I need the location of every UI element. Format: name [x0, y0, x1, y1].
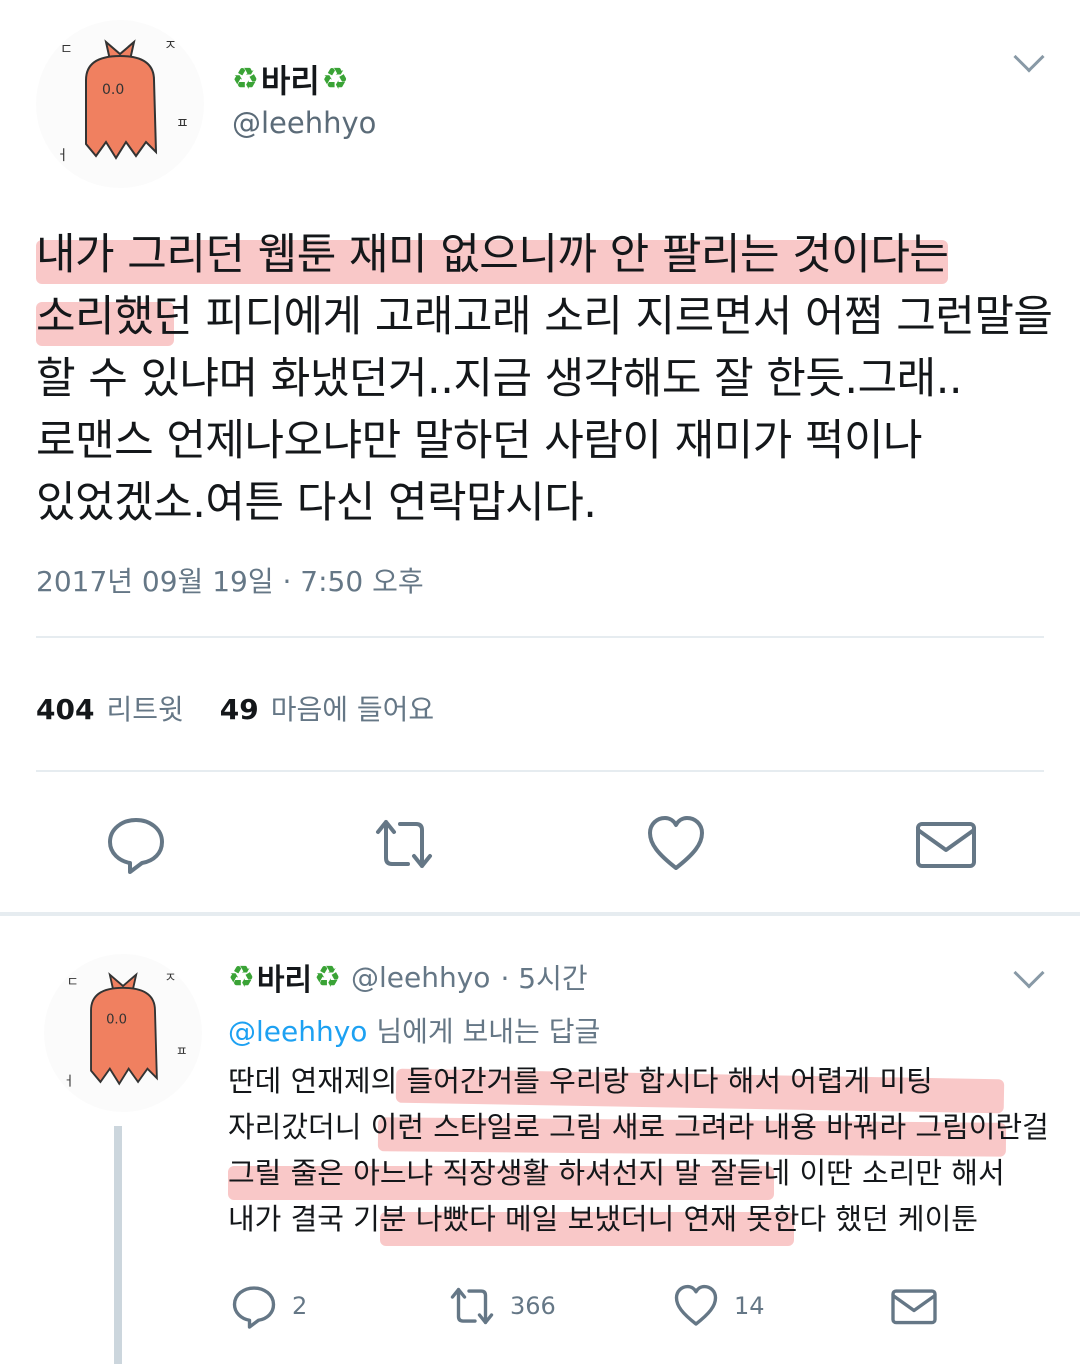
dm-button[interactable] — [914, 812, 978, 876]
tweet-line: 내가 그리던 웹툰 재미 없으니까 안 팔리는 것이다는 — [36, 230, 949, 280]
envelope-icon — [916, 822, 976, 868]
svg-text:ㅍ: ㅍ — [176, 116, 189, 132]
recycle-icon: ♻ — [314, 959, 342, 995]
like-count-label[interactable]: 마음에 들어요 — [271, 688, 434, 728]
svg-text:ㅓ: ㅓ — [56, 148, 69, 164]
avatar[interactable]: ㄷ ㅈ ㅓ ㅍ 0.0 — [44, 954, 202, 1112]
retweet-icon — [450, 1287, 494, 1325]
tweet-line: 있었겠소.여튼 다신 연락맙시다. — [36, 478, 597, 528]
retweet-count-label[interactable]: 리트윗 — [106, 688, 183, 728]
reply-header: ♻ 바리 ♻ @leehhyo · 5시간 — [228, 955, 588, 999]
divider — [36, 770, 1044, 772]
section-divider — [0, 912, 1080, 916]
svg-text:0.0: 0.0 — [106, 1013, 127, 1028]
user-handle[interactable]: @leehhyo — [232, 106, 376, 140]
reply-line: 내가 결국 기분 나빴다 메일 보냈더니 연재 못한다 했던 케이툰 — [228, 1202, 978, 1236]
envelope-icon — [891, 1289, 937, 1325]
reply-line: 자리갔더니 이런 스타일로 그림 새로 그려라 내용 바꿔라 그림이란걸 — [228, 1110, 1049, 1144]
reply-line: 그릴 줄은 아느냐 직장생활 하셔선지 말 잘듣네 이딴 소리만 해서 — [228, 1156, 1005, 1190]
display-name[interactable]: ♻ 바리 ♻ — [232, 56, 349, 102]
svg-text:ㅈ: ㅈ — [164, 971, 176, 986]
replying-to-label: 님에게 보내는 답글 — [367, 1015, 601, 1048]
svg-text:ㄷ: ㄷ — [67, 975, 79, 990]
like-button[interactable] — [644, 812, 708, 876]
retweet-button[interactable] — [372, 812, 436, 876]
retweet-icon — [376, 820, 432, 868]
reply-button[interactable] — [104, 812, 168, 876]
reply-reply-button[interactable]: 2 — [230, 1282, 307, 1330]
like-count: 14 — [734, 1292, 765, 1320]
avatar[interactable]: ㄷ ㅈ ㅓ ㅍ 0.0 — [36, 20, 204, 188]
reply-retweet-button[interactable]: 366 — [448, 1282, 556, 1330]
relative-time[interactable]: · 5시간 — [500, 957, 587, 997]
reply-line: 딴데 연재제의 들어간거를 우리랑 합시다 해서 어렵게 미팅 — [228, 1064, 933, 1098]
display-name[interactable]: ♻ 바리 ♻ — [228, 955, 341, 999]
mention-link[interactable]: @leehhyo — [228, 1015, 367, 1048]
reply-icon — [232, 1286, 276, 1329]
svg-text:ㄷ: ㄷ — [60, 42, 73, 58]
chevron-down-icon[interactable] — [1013, 41, 1045, 73]
heart-icon — [674, 1284, 718, 1326]
svg-text:0.0: 0.0 — [102, 82, 124, 98]
svg-text:ㅓ: ㅓ — [63, 1074, 75, 1090]
tweet-timestamp[interactable]: 2017년 09월 19일 · 7:50 오후 — [36, 560, 424, 600]
reply-like-button[interactable]: 14 — [672, 1282, 765, 1330]
retweet-count: 366 — [510, 1292, 556, 1320]
replying-to: @leehhyo 님에게 보내는 답글 — [228, 1010, 600, 1050]
tweet-line: 할 수 있냐며 화냈던거..지금 생각해도 잘 한듯.그래.. — [36, 354, 963, 404]
tweet-line: 소리했던 피디에게 고래고래 소리 지르면서 어쩜 그런말을 — [36, 292, 1053, 342]
svg-text:ㅍ: ㅍ — [176, 1045, 188, 1060]
thread-line — [114, 1126, 122, 1364]
retweet-count[interactable]: 404 — [36, 693, 94, 726]
chevron-down-icon[interactable] — [1013, 957, 1045, 989]
svg-text:ㅈ: ㅈ — [164, 38, 177, 54]
like-count[interactable]: 49 — [220, 693, 259, 726]
reply-text: 딴데 연재제의 들어간거를 우리랑 합시다 해서 어렵게 미팅 자리갔더니 이런… — [228, 1058, 1049, 1246]
reply-icon — [108, 818, 164, 874]
user-handle[interactable]: @leehhyo — [351, 961, 490, 994]
tweet-line: 로맨스 언제나오냐만 말하던 사람이 재미가 퍽이나 — [36, 416, 923, 466]
recycle-icon: ♻ — [321, 61, 349, 97]
engagement-counts: 404 리트윗 49 마음에 들어요 — [36, 688, 458, 728]
reply-dm-button[interactable] — [890, 1282, 938, 1330]
display-name-text[interactable]: 바리 — [257, 955, 312, 999]
heart-icon — [648, 816, 704, 870]
reply-count: 2 — [292, 1292, 308, 1320]
divider — [36, 636, 1044, 638]
recycle-icon: ♻ — [228, 959, 255, 995]
display-name-text[interactable]: 바리 — [261, 56, 320, 102]
tweet-text: 내가 그리던 웹툰 재미 없으니까 안 팔리는 것이다는 소리했던 피디에게 고… — [36, 224, 1053, 534]
recycle-icon: ♻ — [232, 61, 259, 97]
